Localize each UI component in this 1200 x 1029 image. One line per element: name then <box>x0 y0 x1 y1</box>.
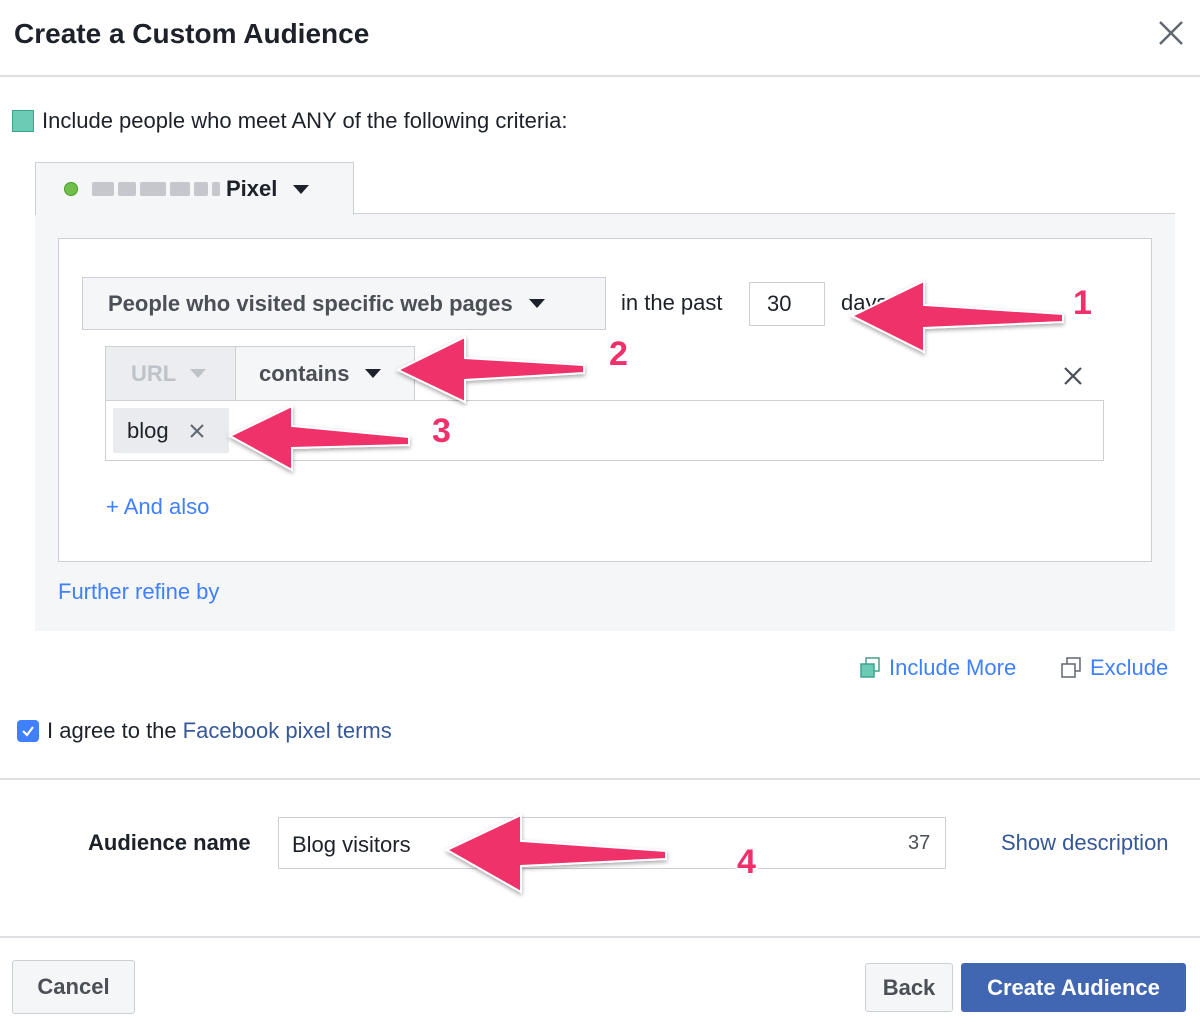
dialog-header: Create a Custom Audience <box>0 0 1200 77</box>
visited-type-label: People who visited specific web pages <box>108 290 513 316</box>
annotation-number: 1 <box>1073 284 1092 322</box>
chevron-down-icon <box>528 299 545 308</box>
char-counter: 37 <box>908 832 931 854</box>
terms-row: I agree to the Facebook pixel terms <box>17 718 392 744</box>
audience-name-label: Audience name <box>88 830 251 855</box>
in-the-past-label: in the past <box>621 290 723 315</box>
criteria-label: Include people who meet ANY of the follo… <box>42 108 568 133</box>
check-icon <box>22 726 34 737</box>
pixel-name: Pixel <box>226 176 278 201</box>
days-input[interactable]: 30 <box>749 282 825 326</box>
remove-rule-icon[interactable] <box>1062 365 1084 387</box>
section-divider <box>0 778 1200 780</box>
terms-prefix: I agree to the <box>47 718 177 743</box>
visited-type-dropdown[interactable]: People who visited specific web pages <box>82 277 606 330</box>
dialog-title: Create a Custom Audience <box>14 18 370 49</box>
criteria-color-icon <box>12 110 34 132</box>
include-more-button[interactable]: Include More <box>859 655 1016 681</box>
exclude-label: Exclude <box>1090 655 1169 680</box>
footer-divider <box>0 936 1200 938</box>
url-keyword-input[interactable] <box>105 400 1104 461</box>
remove-token-icon[interactable] <box>189 423 205 439</box>
further-refine-link[interactable]: Further refine by <box>58 579 219 605</box>
url-field-dropdown[interactable]: URL <box>105 346 236 401</box>
and-also-link[interactable]: + And also <box>106 494 209 520</box>
audience-name-value: Blog visitors <box>292 832 411 857</box>
operator-dropdown[interactable]: contains <box>235 346 415 401</box>
exclude-icon <box>1061 657 1081 678</box>
chevron-down-icon <box>293 184 310 194</box>
annotation-number: 2 <box>609 335 628 373</box>
create-audience-button[interactable]: Create Audience <box>961 963 1186 1012</box>
keyword-token: blog <box>113 408 229 453</box>
include-more-label: Include More <box>889 655 1017 680</box>
annotation-number: 3 <box>432 412 451 450</box>
back-button[interactable]: Back <box>865 963 953 1012</box>
chevron-down-icon <box>190 369 207 378</box>
terms-checkbox[interactable] <box>17 720 39 742</box>
close-icon[interactable] <box>1156 18 1186 48</box>
annotation-number: 4 <box>737 843 756 881</box>
url-field-label: URL <box>131 360 177 386</box>
chevron-down-icon <box>365 369 382 378</box>
days-label: days <box>841 290 888 315</box>
exclude-button[interactable]: Exclude <box>1060 655 1168 681</box>
pixel-status-dot-icon <box>64 182 78 196</box>
criteria-row: Include people who meet ANY of the follo… <box>12 108 567 134</box>
keyword-token-label: blog <box>127 417 169 443</box>
pixel-selector[interactable]: Pixel <box>35 162 354 215</box>
operator-label: contains <box>259 360 350 386</box>
show-description-link[interactable]: Show description <box>1001 830 1169 856</box>
pixel-terms-link[interactable]: Facebook pixel terms <box>183 718 392 744</box>
cancel-button[interactable]: Cancel <box>12 960 135 1014</box>
pixel-owner-redacted <box>92 182 220 196</box>
include-more-icon <box>860 657 880 678</box>
